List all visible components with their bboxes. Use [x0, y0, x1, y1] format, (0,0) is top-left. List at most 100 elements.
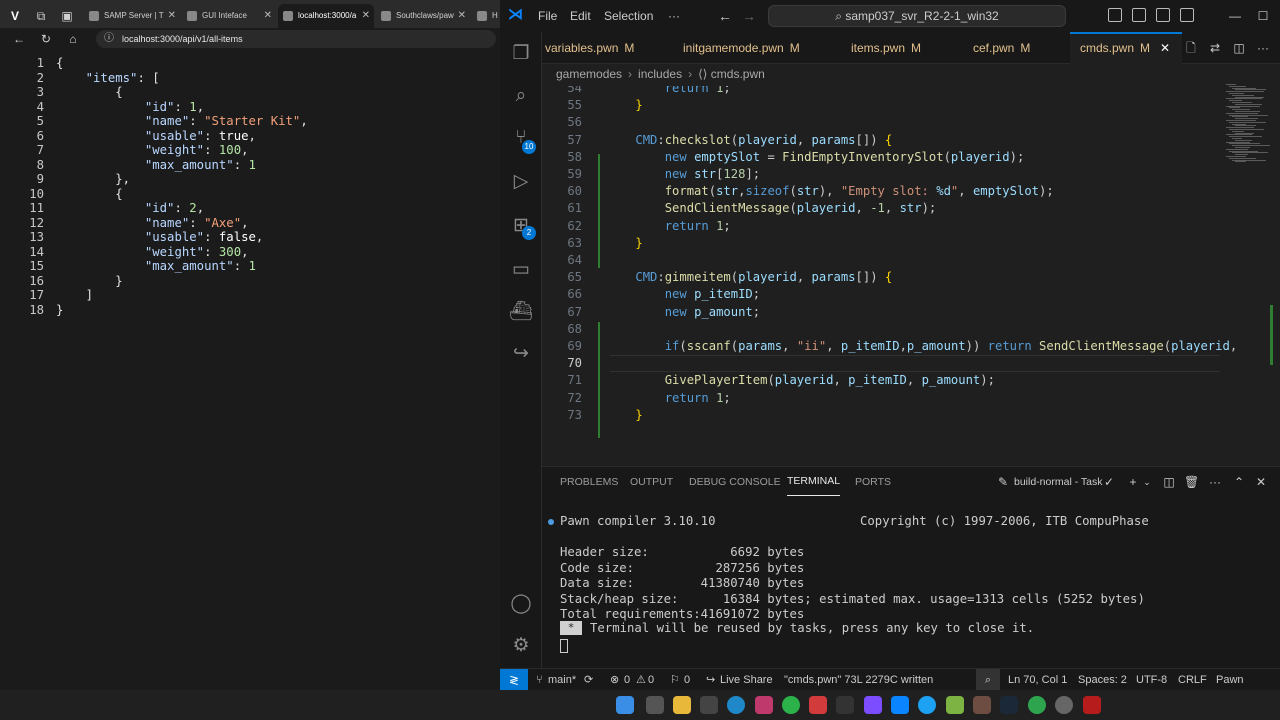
tab-variables-pwn[interactable]: variables.pwn M: [542, 32, 660, 64]
toggle-secondary-sidebar-icon[interactable]: [1156, 8, 1170, 22]
site-info-icon[interactable]: ⓘ: [102, 32, 116, 46]
browser-tab-southclaws[interactable]: Southclaws/paw ✕: [376, 4, 470, 28]
compare-changes-icon[interactable]: ⇄: [1208, 41, 1222, 55]
toggle-sidebar-icon[interactable]: [1108, 8, 1122, 22]
encoding[interactable]: UTF-8: [1136, 669, 1167, 691]
cursor-position[interactable]: Ln 70, Col 1: [1008, 669, 1067, 691]
indentation[interactable]: Spaces: 2: [1078, 669, 1127, 691]
code-line[interactable]: 64: [542, 252, 1232, 269]
obsidian-icon[interactable]: [864, 696, 882, 714]
tab-items-pwn[interactable]: items.pwn M: [848, 32, 952, 64]
warning-count[interactable]: 0: [648, 669, 654, 691]
settings-gear-icon[interactable]: [1055, 696, 1073, 714]
code-line[interactable]: 69 if(sscanf(params, "ii", p_itemID,p_am…: [542, 338, 1237, 355]
maximize-panel-icon[interactable]: ⌃: [1232, 475, 1246, 489]
code-line[interactable]: 63 }: [542, 235, 1232, 252]
accounts-icon[interactable]: ◯: [509, 592, 533, 616]
code-line[interactable]: 70: [542, 355, 1232, 372]
menu-selection[interactable]: Selection: [604, 0, 653, 32]
command-center[interactable]: ⌕ samp037_svr_R2-2-1_win32: [768, 5, 1066, 27]
app-icon[interactable]: [973, 696, 991, 714]
breadcrumb-item[interactable]: gamemodes: [556, 67, 622, 81]
code-line[interactable]: 55 }: [542, 97, 1232, 114]
explorer-icon[interactable]: ❐: [509, 42, 533, 66]
close-icon[interactable]: ✕: [458, 4, 466, 28]
code-editor[interactable]: 54 return 1; 55 } 56 57 CMD:checkslot(playe…: [542, 86, 1242, 438]
customize-layout-icon[interactable]: [1180, 8, 1194, 22]
code-line[interactable]: 54 return 1;: [542, 86, 1232, 97]
code-line[interactable]: 68: [542, 321, 1232, 338]
browser-tab-overflow[interactable]: H: [472, 4, 500, 28]
back-icon[interactable]: ←: [12, 32, 26, 46]
code-line[interactable]: 56: [542, 114, 1232, 131]
browser-tab-samp-server[interactable]: SAMP Server | T ✕: [84, 4, 180, 28]
app-icon[interactable]: [809, 696, 827, 714]
tab-cef-pwn[interactable]: cef.pwn M: [970, 32, 1066, 64]
breadcrumb-item[interactable]: cmds.pwn: [711, 67, 765, 81]
chrome-icon[interactable]: [1028, 696, 1046, 714]
minecraft-icon[interactable]: [946, 696, 964, 714]
zoom-icon[interactable]: ⌕: [976, 669, 1000, 691]
live-share-icon[interactable]: ↪: [509, 342, 533, 366]
panel-tab-ports[interactable]: PORTS: [855, 467, 891, 497]
chevron-down-icon[interactable]: ⌄: [1140, 475, 1154, 489]
app-icon[interactable]: [1083, 696, 1101, 714]
close-tab-icon[interactable]: ✕: [1160, 41, 1170, 55]
windows-start-icon[interactable]: [616, 696, 634, 714]
more-icon[interactable]: ···: [1208, 475, 1222, 489]
toggle-panel-icon[interactable]: [1132, 8, 1146, 22]
close-icon[interactable]: ✕: [264, 4, 272, 28]
remote-explorer-icon[interactable]: ▭: [509, 258, 533, 282]
kill-terminal-icon[interactable]: 🗑: [1184, 475, 1199, 489]
vivaldi-logo-icon[interactable]: V: [8, 9, 22, 23]
task-view-icon[interactable]: [646, 696, 664, 714]
panel-tab-problems[interactable]: PROBLEMS: [560, 467, 618, 497]
tab-panel-icon[interactable]: ▣: [60, 9, 74, 23]
panel-tab-output[interactable]: OUTPUT: [630, 467, 673, 497]
terminal-icon[interactable]: [836, 696, 854, 714]
git-branch[interactable]: main*: [548, 669, 576, 691]
manage-gear-icon[interactable]: ⚙: [509, 634, 533, 658]
tab-initgamemode-pwn[interactable]: initgamemode.pwn M: [680, 32, 830, 64]
close-icon[interactable]: ✕: [168, 4, 176, 28]
menu-file[interactable]: File: [538, 0, 557, 32]
tab-cmds-pwn[interactable]: cmds.pwn M ✕: [1070, 32, 1182, 64]
minimize-icon[interactable]: —: [1220, 0, 1250, 32]
code-line[interactable]: 65 CMD:gimmeitem(playerid, params[]) {: [542, 269, 1232, 286]
code-line[interactable]: 71 GivePlayerItem(playerid, p_itemID, p_…: [542, 372, 1232, 389]
browser-tab-localhost[interactable]: localhost:3000/a ✕: [278, 4, 374, 28]
maximize-icon[interactable]: ☐: [1248, 0, 1278, 32]
sync-icon[interactable]: ⟳: [584, 669, 593, 691]
split-terminal-icon[interactable]: ◫: [1162, 475, 1176, 489]
run-debug-icon[interactable]: ▷: [509, 170, 533, 194]
remote-indicator-icon[interactable]: ≷: [500, 669, 528, 691]
panel-tab-terminal[interactable]: TERMINAL: [787, 467, 841, 496]
close-panel-icon[interactable]: ✕: [1254, 475, 1268, 489]
address-bar[interactable]: ⓘ localhost:3000/api/v1/all-items: [96, 30, 496, 48]
search-icon[interactable]: ⌕: [509, 84, 533, 108]
code-line[interactable]: 66 new p_itemID;: [542, 286, 1232, 303]
breadcrumb-item[interactable]: includes: [638, 67, 682, 81]
minimap[interactable]: [1222, 80, 1274, 370]
nav-back-icon[interactable]: ←: [718, 0, 732, 32]
menu-more[interactable]: ···: [668, 0, 680, 32]
app-icon[interactable]: [918, 696, 936, 714]
file-explorer-icon[interactable]: [673, 696, 691, 714]
docker-icon[interactable]: ⛴: [509, 300, 533, 324]
home-icon[interactable]: ⌂: [66, 32, 80, 46]
code-line[interactable]: 58 new emptySlot = FindEmptyInventorySlo…: [542, 149, 1232, 166]
new-terminal-icon[interactable]: +: [1126, 475, 1140, 489]
close-icon[interactable]: ✕: [362, 4, 370, 28]
error-count[interactable]: 0: [624, 669, 630, 691]
code-line[interactable]: 60 format(str,sizeof(str), "Empty slot: …: [542, 183, 1232, 200]
line-endings[interactable]: CRLF: [1178, 669, 1207, 691]
split-editor-icon[interactable]: ◫: [1232, 41, 1246, 55]
terminal-task-label[interactable]: build-normal - Task: [1014, 467, 1103, 497]
code-line[interactable]: 72 return 1;: [542, 390, 1232, 407]
code-line[interactable]: 57 CMD:checkslot(playerid, params[]) {: [542, 132, 1232, 149]
reload-icon[interactable]: ↻: [39, 32, 53, 46]
code-line[interactable]: 61 SendClientMessage(playerid, -1, str);: [542, 200, 1232, 217]
panel-tab-debug-console[interactable]: DEBUG CONSOLE: [689, 467, 781, 497]
info-count[interactable]: 0: [684, 669, 690, 691]
menu-edit[interactable]: Edit: [570, 0, 591, 32]
